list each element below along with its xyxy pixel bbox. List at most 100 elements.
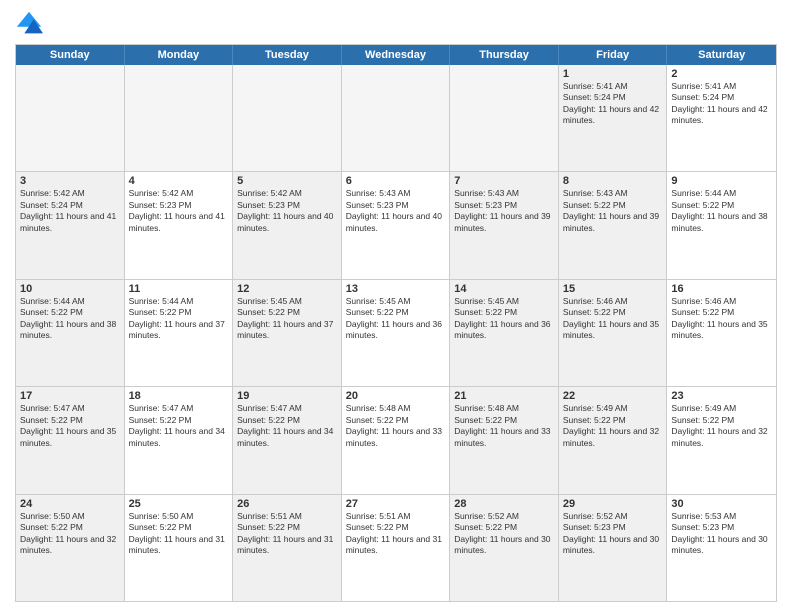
day-info: Sunrise: 5:41 AM Sunset: 5:24 PM Dayligh…	[563, 81, 663, 127]
calendar-row: 17Sunrise: 5:47 AM Sunset: 5:22 PM Dayli…	[16, 386, 776, 493]
calendar-cell	[125, 65, 234, 171]
day-number: 25	[129, 498, 229, 510]
day-number: 7	[454, 175, 554, 187]
day-info: Sunrise: 5:44 AM Sunset: 5:22 PM Dayligh…	[129, 296, 229, 342]
calendar-cell: 20Sunrise: 5:48 AM Sunset: 5:22 PM Dayli…	[342, 387, 451, 493]
day-info: Sunrise: 5:52 AM Sunset: 5:22 PM Dayligh…	[454, 511, 554, 557]
calendar-cell: 13Sunrise: 5:45 AM Sunset: 5:22 PM Dayli…	[342, 280, 451, 386]
weekday-header: Tuesday	[233, 45, 342, 65]
day-info: Sunrise: 5:42 AM Sunset: 5:24 PM Dayligh…	[20, 188, 120, 234]
calendar-cell: 24Sunrise: 5:50 AM Sunset: 5:22 PM Dayli…	[16, 495, 125, 601]
day-number: 24	[20, 498, 120, 510]
day-info: Sunrise: 5:48 AM Sunset: 5:22 PM Dayligh…	[454, 403, 554, 449]
calendar-cell: 8Sunrise: 5:43 AM Sunset: 5:22 PM Daylig…	[559, 172, 668, 278]
calendar-row: 10Sunrise: 5:44 AM Sunset: 5:22 PM Dayli…	[16, 279, 776, 386]
day-info: Sunrise: 5:46 AM Sunset: 5:22 PM Dayligh…	[671, 296, 772, 342]
day-info: Sunrise: 5:48 AM Sunset: 5:22 PM Dayligh…	[346, 403, 446, 449]
calendar-cell: 26Sunrise: 5:51 AM Sunset: 5:22 PM Dayli…	[233, 495, 342, 601]
calendar-cell: 4Sunrise: 5:42 AM Sunset: 5:23 PM Daylig…	[125, 172, 234, 278]
day-number: 12	[237, 283, 337, 295]
calendar-cell: 22Sunrise: 5:49 AM Sunset: 5:22 PM Dayli…	[559, 387, 668, 493]
day-info: Sunrise: 5:42 AM Sunset: 5:23 PM Dayligh…	[129, 188, 229, 234]
calendar: SundayMondayTuesdayWednesdayThursdayFrid…	[15, 44, 777, 602]
day-number: 21	[454, 390, 554, 402]
calendar-cell: 1Sunrise: 5:41 AM Sunset: 5:24 PM Daylig…	[559, 65, 668, 171]
day-info: Sunrise: 5:49 AM Sunset: 5:22 PM Dayligh…	[671, 403, 772, 449]
calendar-cell: 29Sunrise: 5:52 AM Sunset: 5:23 PM Dayli…	[559, 495, 668, 601]
day-info: Sunrise: 5:41 AM Sunset: 5:24 PM Dayligh…	[671, 81, 772, 127]
calendar-cell: 23Sunrise: 5:49 AM Sunset: 5:22 PM Dayli…	[667, 387, 776, 493]
logo-icon	[15, 10, 43, 38]
day-info: Sunrise: 5:47 AM Sunset: 5:22 PM Dayligh…	[20, 403, 120, 449]
calendar-cell: 16Sunrise: 5:46 AM Sunset: 5:22 PM Dayli…	[667, 280, 776, 386]
day-info: Sunrise: 5:45 AM Sunset: 5:22 PM Dayligh…	[346, 296, 446, 342]
day-info: Sunrise: 5:43 AM Sunset: 5:23 PM Dayligh…	[346, 188, 446, 234]
calendar-cell: 12Sunrise: 5:45 AM Sunset: 5:22 PM Dayli…	[233, 280, 342, 386]
calendar-cell: 7Sunrise: 5:43 AM Sunset: 5:23 PM Daylig…	[450, 172, 559, 278]
day-info: Sunrise: 5:51 AM Sunset: 5:22 PM Dayligh…	[237, 511, 337, 557]
day-info: Sunrise: 5:51 AM Sunset: 5:22 PM Dayligh…	[346, 511, 446, 557]
calendar-cell: 2Sunrise: 5:41 AM Sunset: 5:24 PM Daylig…	[667, 65, 776, 171]
calendar-cell: 15Sunrise: 5:46 AM Sunset: 5:22 PM Dayli…	[559, 280, 668, 386]
day-number: 8	[563, 175, 663, 187]
day-info: Sunrise: 5:45 AM Sunset: 5:22 PM Dayligh…	[454, 296, 554, 342]
day-number: 6	[346, 175, 446, 187]
day-info: Sunrise: 5:46 AM Sunset: 5:22 PM Dayligh…	[563, 296, 663, 342]
calendar-row: 1Sunrise: 5:41 AM Sunset: 5:24 PM Daylig…	[16, 65, 776, 171]
day-number: 17	[20, 390, 120, 402]
calendar-cell: 14Sunrise: 5:45 AM Sunset: 5:22 PM Dayli…	[450, 280, 559, 386]
calendar-cell: 21Sunrise: 5:48 AM Sunset: 5:22 PM Dayli…	[450, 387, 559, 493]
calendar-cell: 11Sunrise: 5:44 AM Sunset: 5:22 PM Dayli…	[125, 280, 234, 386]
day-number: 9	[671, 175, 772, 187]
calendar-cell	[233, 65, 342, 171]
day-number: 4	[129, 175, 229, 187]
day-info: Sunrise: 5:49 AM Sunset: 5:22 PM Dayligh…	[563, 403, 663, 449]
day-info: Sunrise: 5:44 AM Sunset: 5:22 PM Dayligh…	[20, 296, 120, 342]
calendar-cell: 9Sunrise: 5:44 AM Sunset: 5:22 PM Daylig…	[667, 172, 776, 278]
header	[15, 10, 777, 38]
calendar-cell: 19Sunrise: 5:47 AM Sunset: 5:22 PM Dayli…	[233, 387, 342, 493]
day-number: 26	[237, 498, 337, 510]
day-number: 1	[563, 68, 663, 80]
weekday-header: Sunday	[16, 45, 125, 65]
weekday-header: Thursday	[450, 45, 559, 65]
day-info: Sunrise: 5:47 AM Sunset: 5:22 PM Dayligh…	[237, 403, 337, 449]
day-number: 16	[671, 283, 772, 295]
calendar-cell: 18Sunrise: 5:47 AM Sunset: 5:22 PM Dayli…	[125, 387, 234, 493]
day-number: 20	[346, 390, 446, 402]
calendar-cell	[16, 65, 125, 171]
calendar-cell: 17Sunrise: 5:47 AM Sunset: 5:22 PM Dayli…	[16, 387, 125, 493]
day-number: 13	[346, 283, 446, 295]
calendar-header: SundayMondayTuesdayWednesdayThursdayFrid…	[16, 45, 776, 65]
day-info: Sunrise: 5:45 AM Sunset: 5:22 PM Dayligh…	[237, 296, 337, 342]
day-info: Sunrise: 5:52 AM Sunset: 5:23 PM Dayligh…	[563, 511, 663, 557]
day-info: Sunrise: 5:43 AM Sunset: 5:22 PM Dayligh…	[563, 188, 663, 234]
day-number: 10	[20, 283, 120, 295]
calendar-cell: 10Sunrise: 5:44 AM Sunset: 5:22 PM Dayli…	[16, 280, 125, 386]
day-info: Sunrise: 5:53 AM Sunset: 5:23 PM Dayligh…	[671, 511, 772, 557]
calendar-cell: 6Sunrise: 5:43 AM Sunset: 5:23 PM Daylig…	[342, 172, 451, 278]
day-number: 11	[129, 283, 229, 295]
calendar-cell: 27Sunrise: 5:51 AM Sunset: 5:22 PM Dayli…	[342, 495, 451, 601]
day-number: 19	[237, 390, 337, 402]
weekday-header: Saturday	[667, 45, 776, 65]
calendar-cell	[450, 65, 559, 171]
weekday-header: Wednesday	[342, 45, 451, 65]
weekday-header: Friday	[559, 45, 668, 65]
day-number: 5	[237, 175, 337, 187]
calendar-cell: 25Sunrise: 5:50 AM Sunset: 5:22 PM Dayli…	[125, 495, 234, 601]
calendar-cell: 28Sunrise: 5:52 AM Sunset: 5:22 PM Dayli…	[450, 495, 559, 601]
logo	[15, 10, 47, 38]
day-number: 23	[671, 390, 772, 402]
day-number: 28	[454, 498, 554, 510]
weekday-header: Monday	[125, 45, 234, 65]
calendar-cell: 5Sunrise: 5:42 AM Sunset: 5:23 PM Daylig…	[233, 172, 342, 278]
day-number: 22	[563, 390, 663, 402]
calendar-cell: 3Sunrise: 5:42 AM Sunset: 5:24 PM Daylig…	[16, 172, 125, 278]
calendar-cell	[342, 65, 451, 171]
day-number: 29	[563, 498, 663, 510]
day-info: Sunrise: 5:47 AM Sunset: 5:22 PM Dayligh…	[129, 403, 229, 449]
page: SundayMondayTuesdayWednesdayThursdayFrid…	[0, 0, 792, 612]
day-info: Sunrise: 5:44 AM Sunset: 5:22 PM Dayligh…	[671, 188, 772, 234]
day-info: Sunrise: 5:50 AM Sunset: 5:22 PM Dayligh…	[129, 511, 229, 557]
